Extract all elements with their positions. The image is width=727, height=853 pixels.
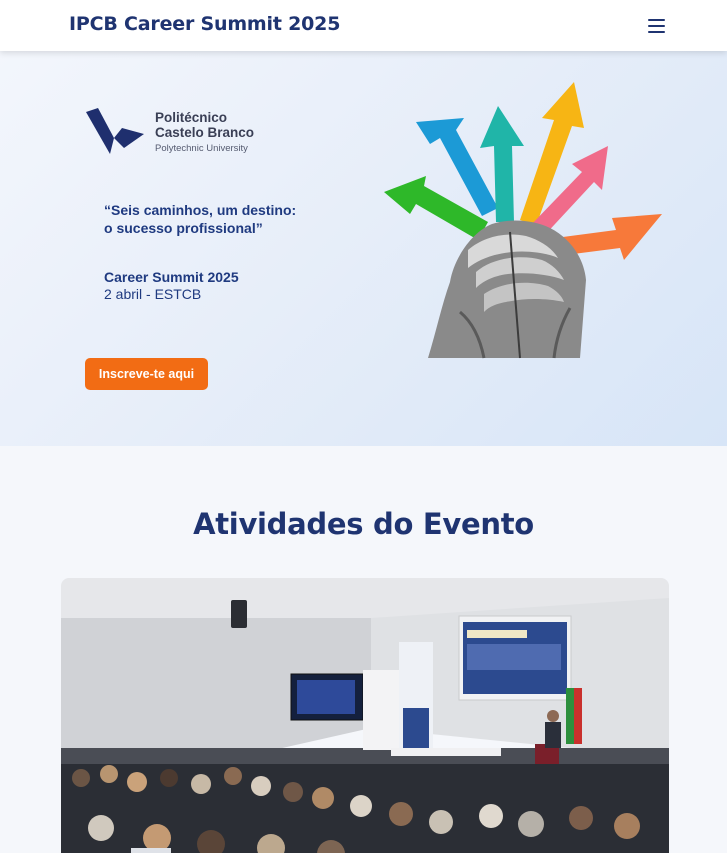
logo-name-line2: Castelo Branco	[155, 125, 255, 140]
section-title-activities: Atividades do Evento	[193, 507, 534, 541]
hands-icon	[428, 220, 586, 359]
logo-name-line1: Politécnico	[155, 110, 228, 125]
hero-banner: Politécnico Castelo Branco Polytechnic U…	[0, 51, 727, 446]
event-title: Career Summit 2025	[104, 269, 239, 285]
logo-subtitle: Polytechnic University	[155, 143, 248, 154]
quote-line-1: “Seis caminhos, um destino:	[104, 202, 297, 218]
ipcb-logo-icon	[86, 108, 144, 154]
event-details: 2 abril - ESTCB	[104, 286, 202, 302]
hero-quote: “Seis caminhos, um destino: o sucesso pr…	[104, 201, 334, 237]
event-photo	[61, 578, 669, 853]
brand-link[interactable]: IPCB Career Summit 2025	[69, 13, 340, 35]
register-button[interactable]: Inscreve-te aqui	[85, 358, 208, 390]
conference-room-photo	[61, 578, 669, 853]
quote-line-2: o sucesso profissional”	[104, 220, 263, 236]
hands-arrows-illustration	[384, 82, 662, 359]
top-navbar: IPCB Career Summit 2025	[0, 0, 727, 51]
event-info: Career Summit 2025 2 abril - ESTCB	[104, 269, 239, 303]
institution-logo-text: Politécnico Castelo Branco Polytechnic U…	[155, 110, 254, 154]
hamburger-menu-icon[interactable]	[644, 14, 670, 38]
